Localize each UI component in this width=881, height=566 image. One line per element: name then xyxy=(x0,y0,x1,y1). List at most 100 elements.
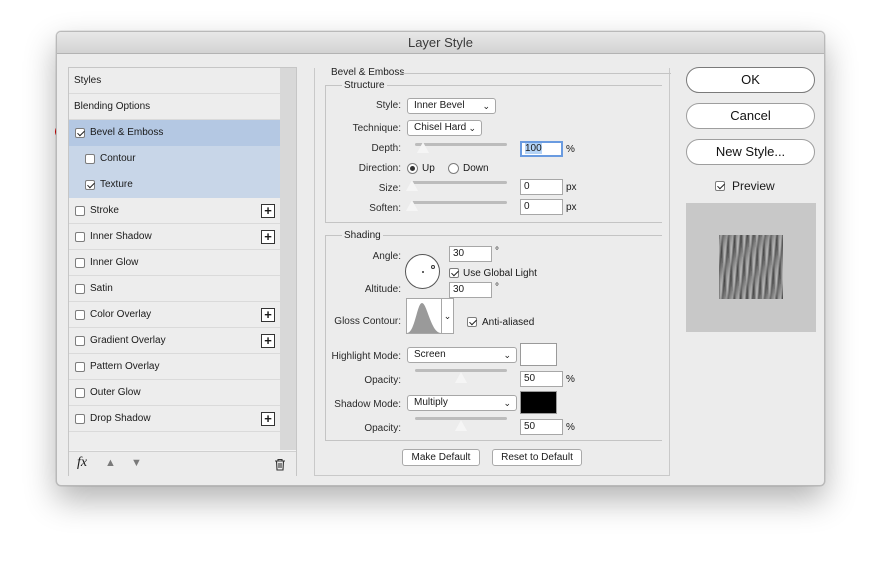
soften-value: 0 xyxy=(524,201,530,212)
size-unit: px xyxy=(566,182,577,193)
shadow-opacity-label: Opacity: xyxy=(364,423,401,434)
drop-shadow-item[interactable]: Drop Shadow + xyxy=(69,406,280,432)
angle-input[interactable]: 30 xyxy=(449,246,492,262)
altitude-value: 30 xyxy=(453,284,465,295)
shadow-opacity-value: 50 xyxy=(524,421,536,432)
global-light-checkbox[interactable] xyxy=(449,268,459,278)
gradient-overlay-checkbox[interactable] xyxy=(75,335,85,346)
contour-checkbox[interactable] xyxy=(85,153,95,164)
styles-item[interactable]: Styles xyxy=(69,68,280,94)
shadow-color-swatch[interactable] xyxy=(520,391,557,414)
blending-options-label: Blending Options xyxy=(74,101,151,112)
gradient-overlay-item[interactable]: Gradient Overlay + xyxy=(69,328,280,354)
outer-glow-checkbox[interactable] xyxy=(75,387,85,398)
shadow-opacity-input[interactable]: 50 xyxy=(520,419,563,435)
altitude-label: Altitude: xyxy=(364,284,401,295)
depth-slider-thumb[interactable] xyxy=(416,141,430,154)
inner-shadow-checkbox[interactable] xyxy=(75,231,85,242)
add-color-overlay-icon[interactable]: + xyxy=(261,308,275,322)
depth-value: 100 xyxy=(525,143,542,154)
chevron-down-icon: ⌄ xyxy=(503,398,511,408)
inner-glow-checkbox[interactable] xyxy=(75,257,85,268)
dial-handle-icon[interactable] xyxy=(431,265,435,269)
pattern-overlay-checkbox[interactable] xyxy=(75,361,85,372)
direction-up-radio[interactable] xyxy=(407,163,418,174)
outer-glow-item[interactable]: Outer Glow xyxy=(69,380,280,406)
styles-panel-footer: fx ▲ ▼ xyxy=(69,451,296,476)
soften-input[interactable]: 0 xyxy=(520,199,563,215)
soften-slider-thumb[interactable] xyxy=(405,199,419,212)
anti-aliased-label: Anti-aliased xyxy=(482,317,535,328)
fx-icon[interactable]: fx xyxy=(77,455,87,471)
inner-glow-item[interactable]: Inner Glow xyxy=(69,250,280,276)
contour-item[interactable]: Contour xyxy=(69,146,280,172)
texture-checkbox[interactable] xyxy=(85,179,95,190)
soften-unit: px xyxy=(566,202,577,213)
styles-list-scrollbar[interactable] xyxy=(280,68,296,450)
blending-options-item[interactable]: Blending Options xyxy=(69,94,280,120)
styles-item-label: Styles xyxy=(74,75,102,86)
title-divider xyxy=(399,73,671,74)
angle-label: Angle: xyxy=(372,251,401,262)
stroke-item[interactable]: Stroke + xyxy=(69,198,280,224)
chevron-down-icon: ⌄ xyxy=(443,311,452,321)
gloss-contour-label: Gloss Contour: xyxy=(334,316,401,327)
bevel-emboss-label: Bevel & Emboss xyxy=(90,127,164,138)
size-slider-track[interactable] xyxy=(411,181,507,184)
highlight-color-swatch[interactable] xyxy=(520,343,557,366)
inner-shadow-item[interactable]: Inner Shadow + xyxy=(69,224,280,250)
satin-checkbox[interactable] xyxy=(75,283,85,294)
gloss-contour-preview[interactable] xyxy=(406,298,442,334)
preview-checkbox[interactable] xyxy=(715,181,725,191)
add-stroke-icon[interactable]: + xyxy=(261,204,275,218)
anti-aliased-checkbox[interactable] xyxy=(467,317,477,327)
move-up-icon[interactable]: ▲ xyxy=(105,457,116,469)
satin-label: Satin xyxy=(90,283,113,294)
size-value: 0 xyxy=(524,181,530,192)
color-overlay-checkbox[interactable] xyxy=(75,309,85,320)
styles-list: Styles Blending Options Bevel & Emboss C… xyxy=(69,68,280,450)
direction-label: Direction: xyxy=(358,163,401,174)
shadow-opacity-thumb[interactable] xyxy=(454,419,468,432)
direction-down-radio[interactable] xyxy=(448,163,459,174)
chevron-down-icon: ⌄ xyxy=(482,101,490,111)
drop-shadow-label: Drop Shadow xyxy=(90,413,151,424)
altitude-input[interactable]: 30 xyxy=(449,282,492,298)
move-down-icon[interactable]: ▼ xyxy=(131,457,142,469)
depth-input[interactable]: 100 xyxy=(520,141,563,157)
bevel-emboss-checkbox[interactable] xyxy=(75,127,85,138)
highlight-mode-select[interactable]: Screen ⌄ xyxy=(407,347,517,363)
highlight-opacity-thumb[interactable] xyxy=(454,371,468,384)
reset-to-default-button[interactable]: Reset to Default xyxy=(492,449,582,466)
highlight-opacity-input[interactable]: 50 xyxy=(520,371,563,387)
color-overlay-item[interactable]: Color Overlay + xyxy=(69,302,280,328)
trash-icon[interactable] xyxy=(274,458,286,474)
bevel-emboss-item[interactable]: Bevel & Emboss xyxy=(69,120,280,146)
add-drop-shadow-icon[interactable]: + xyxy=(261,412,275,426)
soften-slider-track[interactable] xyxy=(411,201,507,204)
ok-button[interactable]: OK xyxy=(686,67,815,93)
angle-dial[interactable] xyxy=(405,254,440,289)
shadow-mode-select[interactable]: Multiply ⌄ xyxy=(407,395,517,411)
new-style-button[interactable]: New Style... xyxy=(686,139,815,165)
size-input[interactable]: 0 xyxy=(520,179,563,195)
preview-label: Preview xyxy=(732,179,775,193)
style-value: Inner Bevel xyxy=(414,100,465,111)
drop-shadow-checkbox[interactable] xyxy=(75,413,85,424)
add-inner-shadow-icon[interactable]: + xyxy=(261,230,275,244)
stroke-checkbox[interactable] xyxy=(75,205,85,216)
pattern-overlay-item[interactable]: Pattern Overlay xyxy=(69,354,280,380)
dial-center-icon xyxy=(422,271,424,273)
technique-select[interactable]: Chisel Hard ⌄ xyxy=(407,120,482,136)
gloss-contour-dropdown[interactable]: ⌄ xyxy=(442,298,454,334)
texture-item[interactable]: Texture xyxy=(69,172,280,198)
preview-toggle[interactable]: Preview xyxy=(715,179,775,193)
add-gradient-overlay-icon[interactable]: + xyxy=(261,334,275,348)
technique-label: Technique: xyxy=(352,123,401,134)
make-default-button[interactable]: Make Default xyxy=(402,449,480,466)
satin-item[interactable]: Satin xyxy=(69,276,280,302)
size-slider-thumb[interactable] xyxy=(405,179,419,192)
highlight-opacity-unit: % xyxy=(566,374,575,385)
cancel-button[interactable]: Cancel xyxy=(686,103,815,129)
style-select[interactable]: Inner Bevel ⌄ xyxy=(407,98,496,114)
